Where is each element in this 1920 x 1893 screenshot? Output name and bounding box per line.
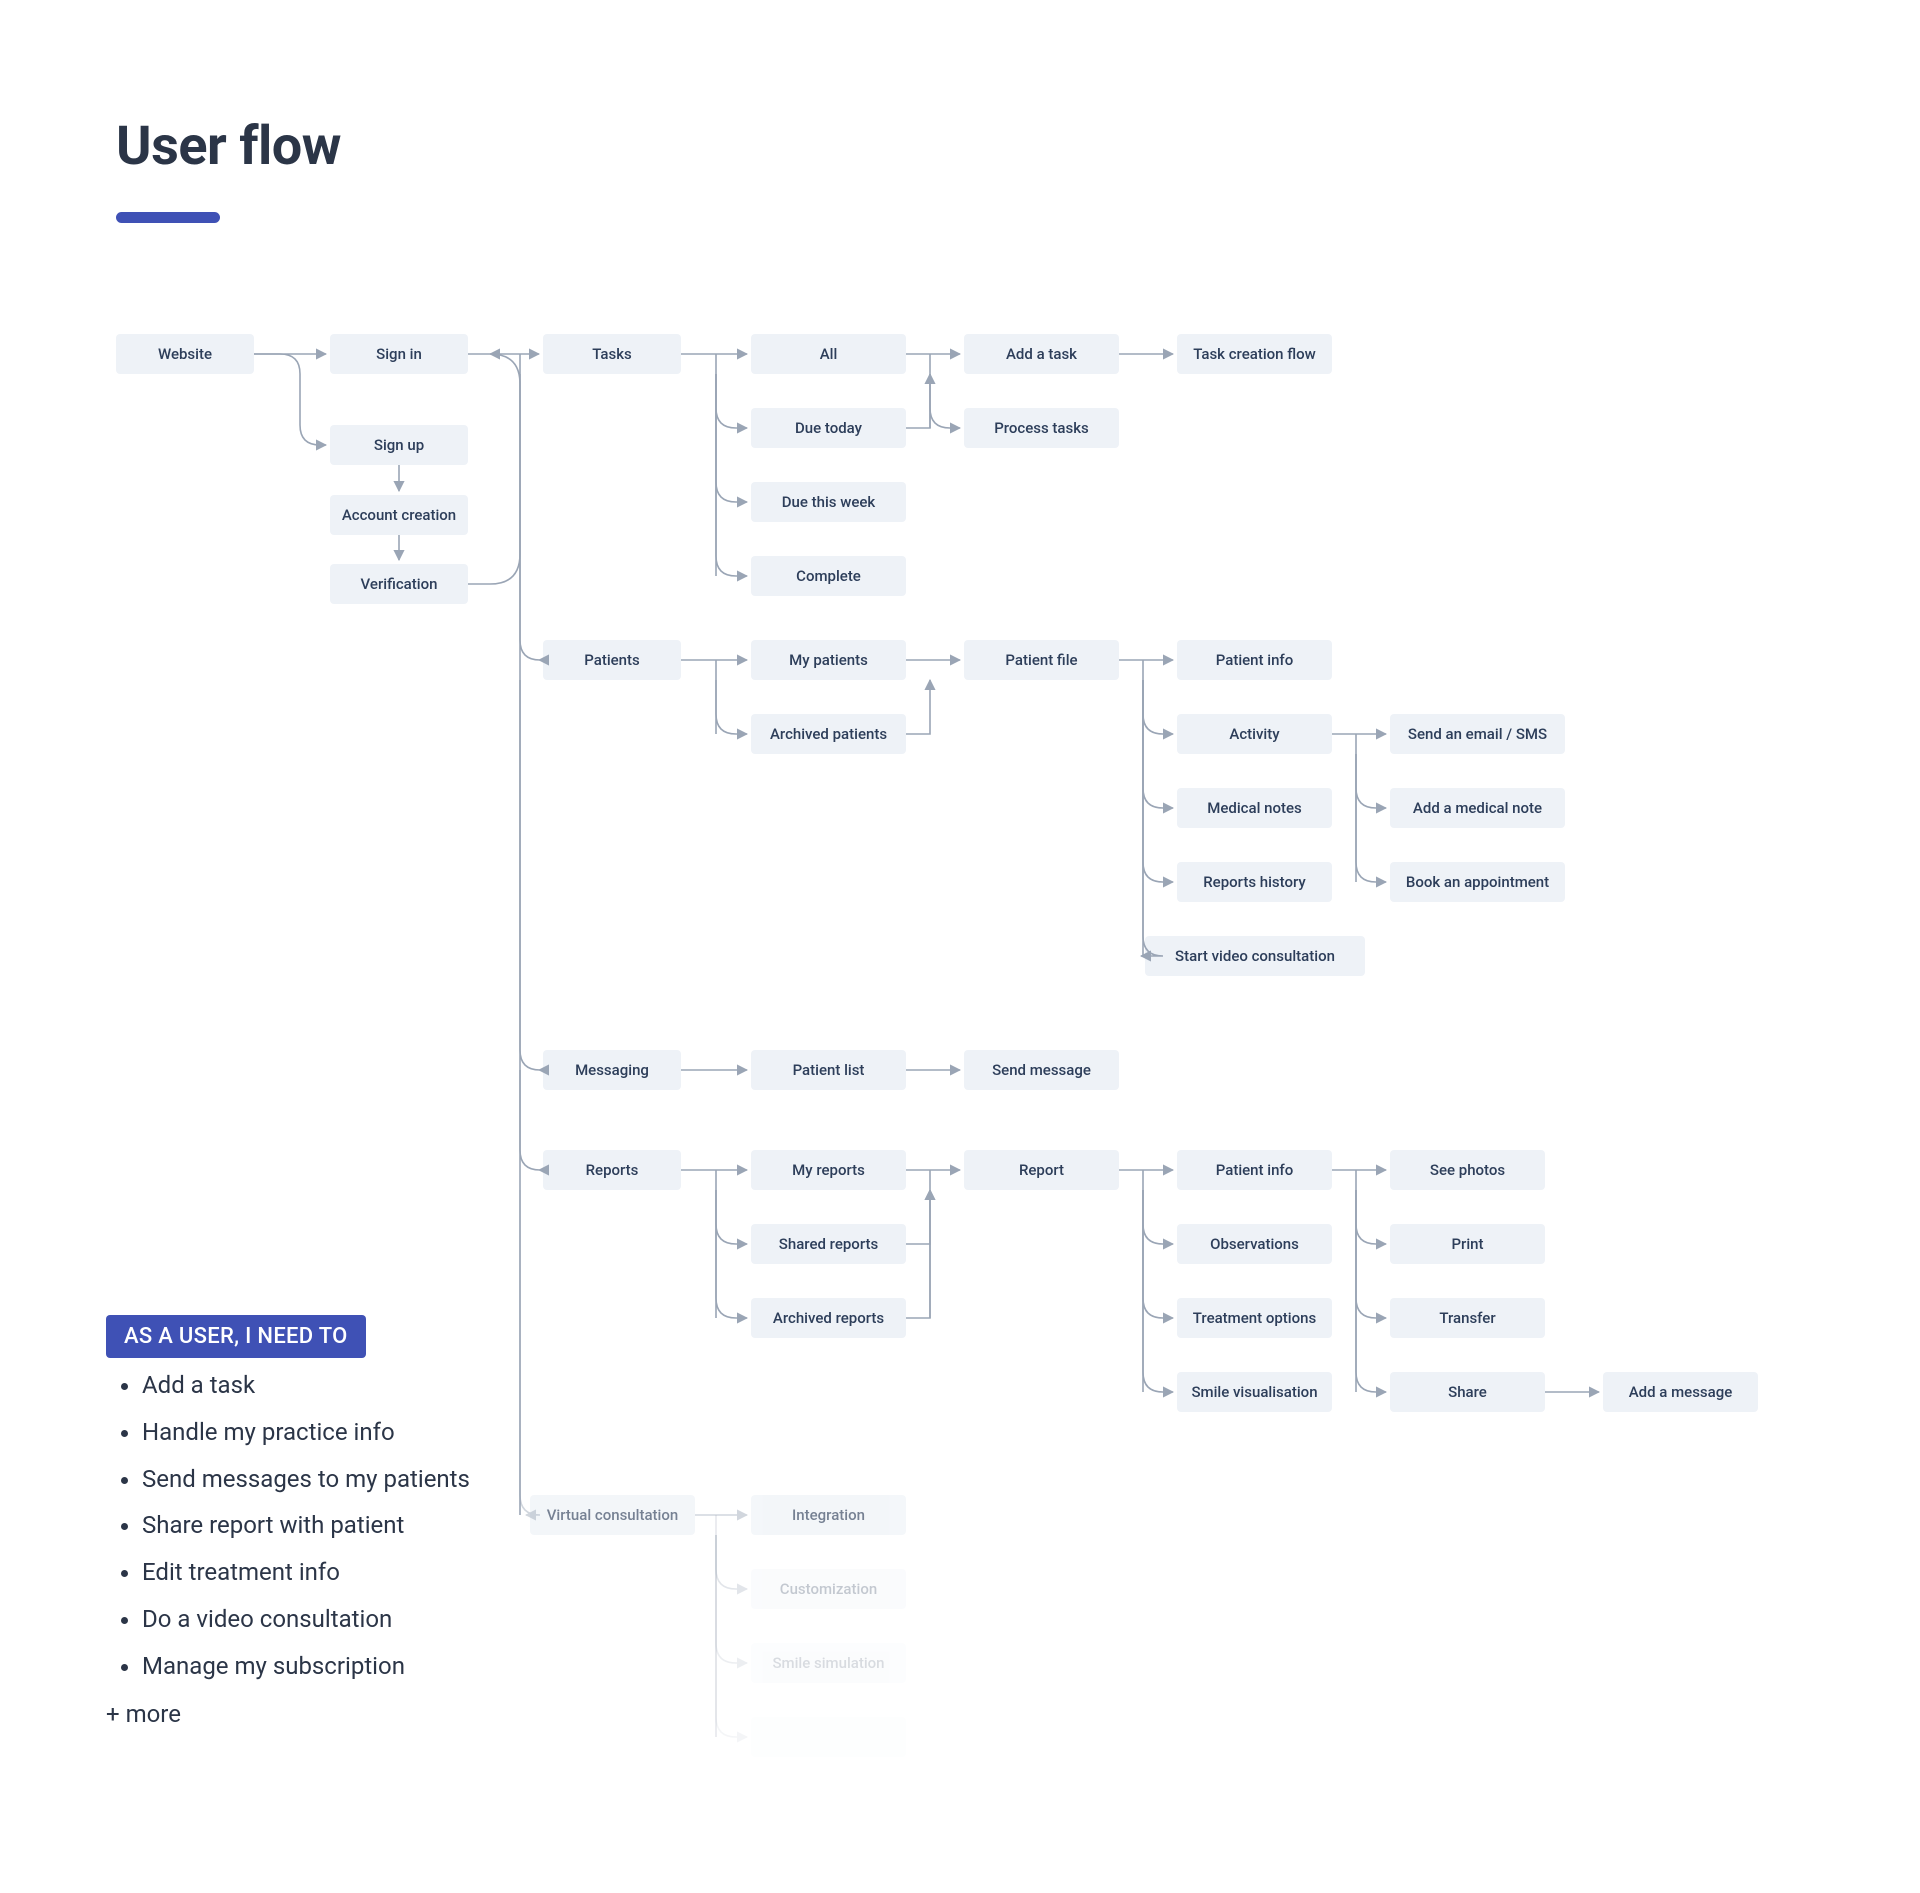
node-observations: Observations xyxy=(1177,1224,1332,1264)
node-activity: Activity xyxy=(1177,714,1332,754)
node-integration: Integration xyxy=(751,1495,906,1535)
user-need-item: Handle my practice info xyxy=(142,1409,470,1456)
node-archived-reports: Archived reports xyxy=(751,1298,906,1338)
node-share: Share xyxy=(1390,1372,1545,1412)
node-patient-file: Patient file xyxy=(964,640,1119,680)
user-needs-more: + more xyxy=(106,1700,181,1728)
node-messaging: Messaging xyxy=(543,1050,681,1090)
node-shared-reports: Shared reports xyxy=(751,1224,906,1264)
node-tasks-all: All xyxy=(751,334,906,374)
node-customization: Customization xyxy=(751,1569,906,1609)
node-website: Website xyxy=(116,334,254,374)
node-vc-more xyxy=(751,1717,906,1757)
node-medical-notes: Medical notes xyxy=(1177,788,1332,828)
node-patients: Patients xyxy=(543,640,681,680)
node-treatment-options: Treatment options xyxy=(1177,1298,1332,1338)
node-complete: Complete xyxy=(751,556,906,596)
node-account-creation: Account creation xyxy=(330,495,468,535)
node-signup: Sign up xyxy=(330,425,468,465)
node-patient-list: Patient list xyxy=(751,1050,906,1090)
node-my-reports: My reports xyxy=(751,1150,906,1190)
user-need-item: Add a task xyxy=(142,1362,470,1409)
page-title: User flow xyxy=(116,115,341,178)
user-need-item: Share report with patient xyxy=(142,1502,470,1549)
node-report: Report xyxy=(964,1150,1119,1190)
node-virtual-consultation: Virtual consultation xyxy=(530,1495,695,1535)
node-tasks: Tasks xyxy=(543,334,681,374)
node-smile-sim: Smile simulation xyxy=(751,1643,906,1683)
node-due-today: Due today xyxy=(751,408,906,448)
node-due-week: Due this week xyxy=(751,482,906,522)
node-process-tasks: Process tasks xyxy=(964,408,1119,448)
node-add-message: Add a message xyxy=(1603,1372,1758,1412)
node-verification: Verification xyxy=(330,564,468,604)
node-signin: Sign in xyxy=(330,334,468,374)
node-patient-info: Patient info xyxy=(1177,640,1332,680)
node-task-creation-flow: Task creation flow xyxy=(1177,334,1332,374)
user-flow-diagram: User flow Website Sign in Tasks All Add … xyxy=(0,0,1920,1893)
node-see-photos: See photos xyxy=(1390,1150,1545,1190)
node-send-message: Send message xyxy=(964,1050,1119,1090)
title-underline xyxy=(116,212,220,223)
node-reports: Reports xyxy=(543,1150,681,1190)
node-my-patients: My patients xyxy=(751,640,906,680)
node-transfer: Transfer xyxy=(1390,1298,1545,1338)
node-archived-patients: Archived patients xyxy=(751,714,906,754)
node-smile-vis: Smile visualisation xyxy=(1177,1372,1332,1412)
node-report-patient-info: Patient info xyxy=(1177,1150,1332,1190)
node-start-video: Start video consultation xyxy=(1145,936,1365,976)
node-print: Print xyxy=(1390,1224,1545,1264)
node-reports-history: Reports history xyxy=(1177,862,1332,902)
user-need-item: Send messages to my patients xyxy=(142,1456,470,1503)
node-book-appt: Book an appointment xyxy=(1390,862,1565,902)
user-need-item: Manage my subscription xyxy=(142,1643,470,1690)
node-add-medical-note: Add a medical note xyxy=(1390,788,1565,828)
user-need-item: Do a video consultation xyxy=(142,1596,470,1643)
user-needs-list: Add a task Handle my practice info Send … xyxy=(116,1362,470,1690)
user-need-item: Edit treatment info xyxy=(142,1549,470,1596)
node-send-email-sms: Send an email / SMS xyxy=(1390,714,1565,754)
node-add-task: Add a task xyxy=(964,334,1119,374)
user-needs-heading: AS A USER, I NEED TO xyxy=(106,1315,366,1358)
